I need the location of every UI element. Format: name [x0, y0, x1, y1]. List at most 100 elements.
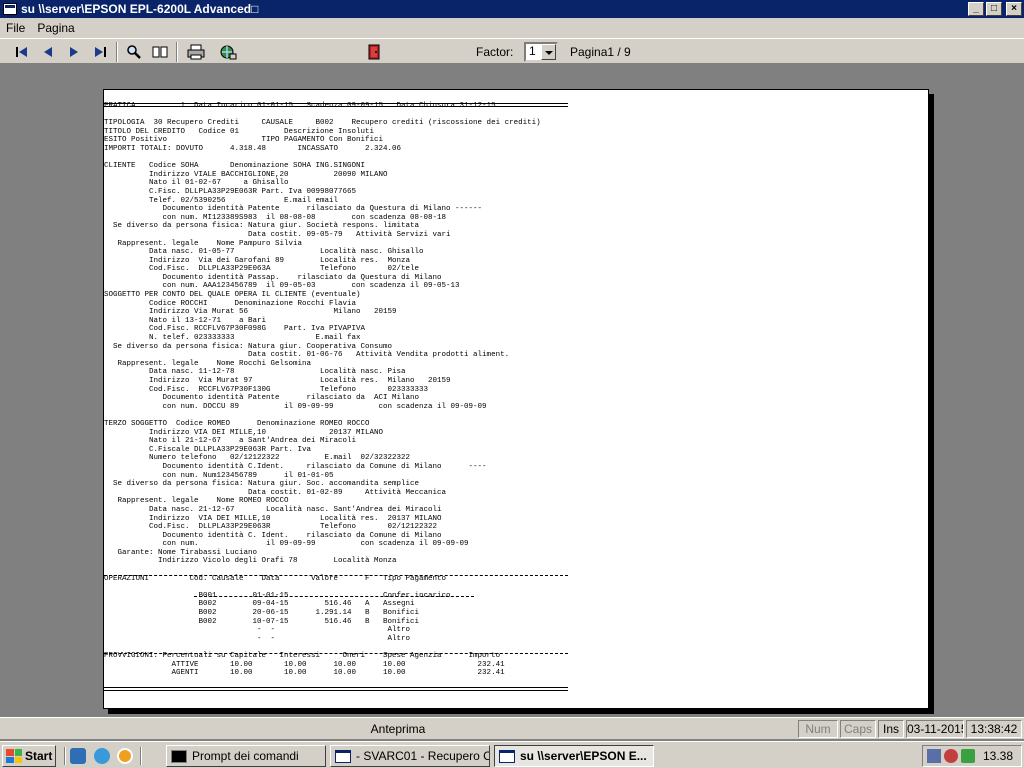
start-label: Start	[25, 749, 53, 763]
report-line: Data costit. 01-02-89 Attività Meccanica	[104, 488, 447, 497]
task-epson-preview[interactable]: su \\server\EPSON E...	[494, 745, 654, 767]
exit-button[interactable]	[364, 42, 384, 62]
status-date: 03-11-2015	[906, 720, 964, 738]
report-line: TITOLO DEL CREDITO Codice 01 Descrizione…	[104, 127, 375, 136]
first-page-button[interactable]	[12, 42, 32, 62]
print-button[interactable]	[186, 42, 206, 62]
chevron-down-icon[interactable]	[541, 44, 556, 60]
report-line: Indirizzo Via dei Garofani 89 Località r…	[104, 256, 411, 265]
report-line: Documento identità C.Ident. rilasciato d…	[104, 462, 487, 471]
report-line: Documento identità C. Ident. rilasciato …	[104, 531, 442, 540]
section-rule	[104, 575, 568, 576]
factor-select[interactable]: 1	[524, 42, 558, 62]
report-text: PRATICA 1 Data Incarico 01-01-15 Scadenz…	[104, 102, 541, 678]
task-label: Prompt dei comandi	[192, 749, 299, 763]
maximize-button[interactable]: □	[986, 2, 1002, 16]
report-line: Data nasc. 01-05-77 Località nasc. Ghisa…	[104, 248, 424, 257]
last-page-button[interactable]	[90, 42, 110, 62]
report-line: Cod.Fisc. RCCFLV67P30F130G Telefono 0233…	[104, 385, 429, 394]
report-line: Rappresent. legale Nome Pampuro Silvia	[104, 239, 303, 248]
antivirus-icon[interactable]	[961, 749, 975, 763]
media-player-icon[interactable]	[117, 748, 133, 764]
next-page-button[interactable]	[64, 42, 84, 62]
report-line: B002 10-07-15 516.46 B Bonifici	[104, 617, 420, 626]
report-line: Cod.Fisc. RCCFLV67P30F098G Part. Iva PIV…	[104, 325, 366, 334]
taskbar-separator	[140, 747, 142, 765]
report-line: SOGGETTO PER CONTO DEL QUALE OPERA IL CL…	[104, 291, 361, 300]
close-button[interactable]: ×	[1006, 2, 1022, 16]
report-line	[104, 154, 541, 163]
report-line: AGENTI 10.00 10.00 10.00 10.00 232.41	[104, 669, 505, 678]
taskbar-separator	[64, 747, 66, 765]
security-icon[interactable]	[944, 749, 958, 763]
report-line: Data nasc. 11-12-78 Località nasc. Pisa	[104, 368, 406, 377]
desktop-icon[interactable]	[70, 748, 86, 764]
report-line: Indirizzo VIALE BACCHIGLIONE,20 20090 MI…	[104, 170, 388, 179]
page-indicator: Pagina1 / 9	[570, 45, 631, 59]
menu-bar: File Pagina	[0, 18, 1024, 38]
task-command-prompt[interactable]: Prompt dei comandi	[166, 745, 326, 767]
task-label: su \\server\EPSON E...	[520, 749, 647, 763]
console-icon	[171, 749, 187, 763]
internet-explorer-icon[interactable]	[94, 748, 110, 764]
windows-logo-icon	[6, 749, 22, 763]
two-pages-button[interactable]	[150, 42, 170, 62]
globe-printer-icon	[220, 45, 237, 60]
printer-icon	[187, 44, 205, 60]
clock[interactable]: 13.38	[983, 749, 1013, 763]
factor-label: Factor:	[476, 45, 514, 59]
status-caps: Caps	[840, 720, 876, 738]
report-line: con num. MI123389S983 il 08-08-08 con sc…	[104, 213, 447, 222]
first-page-icon	[16, 47, 27, 57]
report-line: Indirizzo Vicolo degli Orafi 78 Località…	[104, 557, 397, 566]
report-line: Documento identità Patente rilasciato da…	[104, 394, 420, 403]
report-line: Indirizzo Via Murat 56 Milano 20159	[104, 308, 397, 317]
door-exit-icon	[368, 44, 380, 60]
report-line: B002 20-06-15 1.291.14 B Bonifici	[104, 609, 420, 618]
preview-page[interactable]: PRATICA 1 Data Incarico 01-01-15 Scadenz…	[103, 89, 929, 709]
report-line: ESITO Positivo TIPO PAGAMENTO Con Bonifi…	[104, 136, 384, 145]
task-svarc01[interactable]: - SVARC01 - Recupero C...	[330, 745, 490, 767]
report-line: Cod.Fisc. DLLPLA33P29E063A Telefono 02/t…	[104, 265, 420, 274]
footer-rule	[104, 690, 568, 691]
report-line: Rappresent. legale Nome Rocchi Gelsomina	[104, 359, 312, 368]
window-title: su \\server\EPSON EPL-6200L Advanced□	[21, 2, 259, 16]
last-page-icon	[95, 47, 106, 57]
report-line: C.Fisc. DLLPLA33P29E063R Part. Iva 00998…	[104, 187, 357, 196]
report-line: C.Fiscale DLLPLA33P29E063R Part. Iva	[104, 445, 312, 454]
start-button[interactable]: Start	[2, 745, 56, 767]
network-icon[interactable]	[927, 749, 941, 763]
menu-pagina[interactable]: Pagina	[31, 21, 80, 35]
report-line: Rappresent. legale Nome ROMEO ROCCO	[104, 497, 289, 506]
taskbar: Start Prompt dei comandi - SVARC01 - Rec…	[0, 741, 1024, 768]
previous-page-button[interactable]	[38, 42, 58, 62]
report-line: Numero telefono 02/12122322 E.mail 02/32…	[104, 454, 411, 463]
report-line	[104, 643, 541, 652]
report-line: TIPOLOGIA 30 Recupero Crediti CAUSALE B0…	[104, 119, 541, 128]
factor-value: 1	[529, 44, 536, 58]
title-bar[interactable]: su \\server\EPSON EPL-6200L Advanced□ _ …	[0, 0, 1024, 18]
status-ins: Ins	[878, 720, 904, 738]
window-icon[interactable]	[3, 3, 17, 15]
menu-file[interactable]: File	[0, 21, 31, 35]
report-line: Data costit. 01-06-76 Attività Vendita p…	[104, 351, 510, 360]
task-label: - SVARC01 - Recupero C...	[356, 749, 490, 763]
previous-page-icon	[44, 47, 52, 57]
minimize-button[interactable]: _	[968, 2, 984, 16]
report-line: CLIENTE Codice SOHA Denominazione SOHA I…	[104, 162, 366, 171]
report-line: Nato il 01-02-67 a Ghisallo	[104, 179, 289, 188]
toolbar: Factor: 1 Pagina1 / 9	[0, 38, 1024, 64]
export-button[interactable]	[218, 42, 238, 62]
report-line: Documento identità Patente rilasciato da…	[104, 205, 483, 214]
report-line: Codice ROCCHI Denominazione Rocchi Flavi…	[104, 299, 357, 308]
magnifier-icon	[127, 45, 141, 59]
report-line: Se diverso da persona fisica: Natura giu…	[104, 342, 393, 351]
report-line: Nato il 13-12-71 a Bari	[104, 316, 267, 325]
report-line: IMPORTI TOTALI: DOVUTO 4.318.48 INCASSAT…	[104, 144, 402, 153]
report-line: TERZO SOGGETTO Codice ROMEO Denominazion…	[104, 419, 370, 428]
report-line: Garante: Nome Tirabassi Luciano	[104, 548, 258, 557]
report-line: con num. AAA123456789 il 09-05-03 con sc…	[104, 282, 460, 291]
zoom-button[interactable]	[124, 42, 144, 62]
section-rule	[104, 653, 568, 654]
report-line: Documento identità Passap. rilasciato da…	[104, 273, 442, 282]
